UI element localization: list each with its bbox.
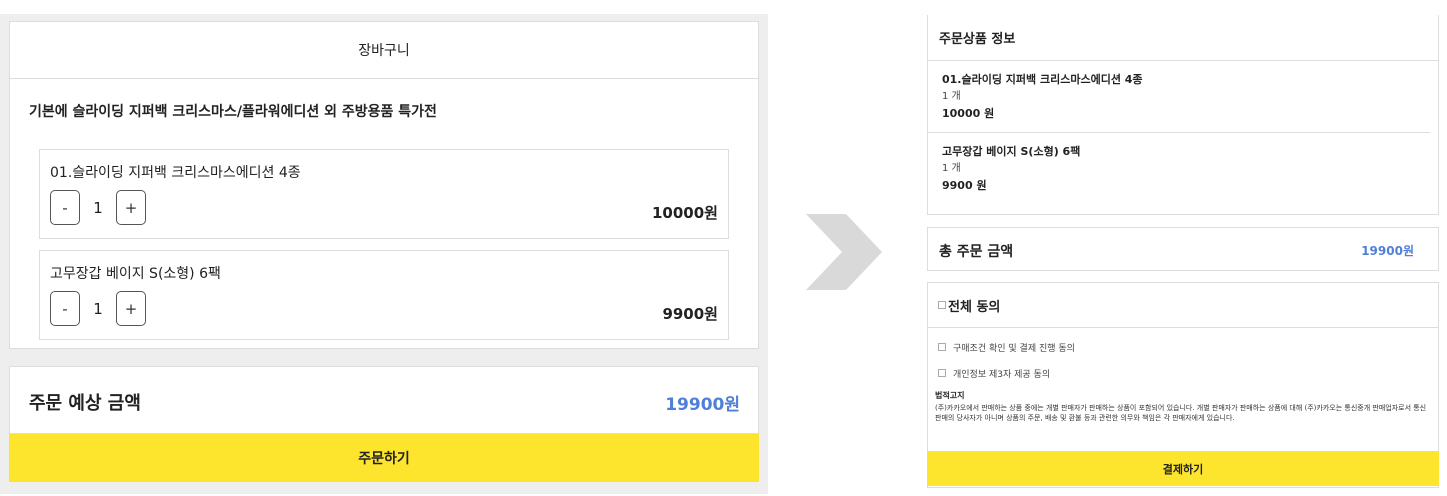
summary-value: 19900원 (665, 395, 740, 415)
order-item-qty: 1 개 (942, 91, 961, 102)
agree-row[interactable]: 구매조건 확인 및 결제 진행 동의 (928, 334, 1438, 360)
quantity-value[interactable]: 1 (80, 291, 116, 326)
agree-label: 구매조건 확인 및 결제 진행 동의 (953, 343, 1075, 354)
cart-box: 장바구니 기본에 슬라이딩 지퍼백 크리스마스/플라워에디션 외 주방용품 특가… (9, 21, 759, 349)
item-name: 01.슬라이딩 지퍼백 크리스마스에디션 4종 (50, 165, 301, 181)
summary-label: 주문 예상 금액 (29, 393, 141, 414)
order-info-section: 주문상품 정보 01.슬라이딩 지퍼백 크리스마스에디션 4종 1 개 1000… (927, 15, 1439, 215)
item-price: 9900원 (662, 305, 718, 323)
legal-title: 법적고지 (935, 391, 965, 400)
order-item-price: 9900 원 (942, 179, 987, 192)
cart-subtitle: 기본에 슬라이딩 지퍼백 크리스마스/플라워에디션 외 주방용품 특가전 (29, 104, 437, 120)
chevron-right-icon (806, 214, 882, 290)
order-item: 고무장갑 베이지 S(소형) 6팩 1 개 9900 원 (928, 132, 1430, 204)
order-button[interactable]: 주문하기 (9, 434, 759, 482)
quantity-value[interactable]: 1 (80, 190, 116, 225)
order-info-title: 주문상품 정보 (928, 15, 1438, 61)
cart-item: 고무장갑 베이지 S(소형) 6팩 - 1 + 9900원 (39, 250, 729, 340)
order-item-qty: 1 개 (942, 163, 961, 174)
agree-all-checkbox[interactable] (938, 301, 946, 309)
plus-button[interactable]: + (116, 291, 146, 326)
minus-button[interactable]: - (50, 291, 80, 326)
agree-all-label: 전체 동의 (948, 299, 1001, 315)
order-item-price: 10000 원 (942, 107, 995, 120)
item-name: 고무장갑 베이지 S(소형) 6팩 (50, 266, 221, 282)
total-value: 19900원 (1361, 244, 1414, 258)
cart-item: 01.슬라이딩 지퍼백 크리스마스에디션 4종 - 1 + 10000원 (39, 149, 729, 239)
plus-button[interactable]: + (116, 190, 146, 225)
cart-panel: 장바구니 기본에 슬라이딩 지퍼백 크리스마스/플라워에디션 외 주방용품 특가… (0, 14, 768, 494)
total-section: 총 주문 금액 19900원 (927, 227, 1439, 271)
minus-button[interactable]: - (50, 190, 80, 225)
total-label: 총 주문 금액 (939, 244, 1014, 260)
agree-checkbox[interactable] (938, 369, 946, 377)
order-item: 01.슬라이딩 지퍼백 크리스마스에디션 4종 1 개 10000 원 (928, 61, 1430, 132)
pay-button[interactable]: 결제하기 (927, 451, 1439, 486)
quantity-stepper: - 1 + (50, 291, 146, 326)
agree-label: 개인정보 제3자 제공 동의 (953, 369, 1051, 380)
cart-title: 장바구니 (10, 22, 758, 79)
agree-all-row[interactable]: 전체 동의 (928, 283, 1438, 328)
order-summary: 주문 예상 금액 19900원 (9, 366, 759, 434)
item-price: 10000원 (652, 204, 718, 222)
agree-row[interactable]: 개인정보 제3자 제공 동의 (928, 360, 1438, 386)
order-item-name: 고무장갑 베이지 S(소형) 6팩 (942, 145, 1081, 158)
order-item-name: 01.슬라이딩 지퍼백 크리스마스에디션 4종 (942, 73, 1143, 86)
legal-text: (주)카카오에서 판매하는 상품 중에는 개별 판매자가 판매하는 상품이 포함… (935, 404, 1427, 422)
quantity-stepper: - 1 + (50, 190, 146, 225)
agree-checkbox[interactable] (938, 343, 946, 351)
